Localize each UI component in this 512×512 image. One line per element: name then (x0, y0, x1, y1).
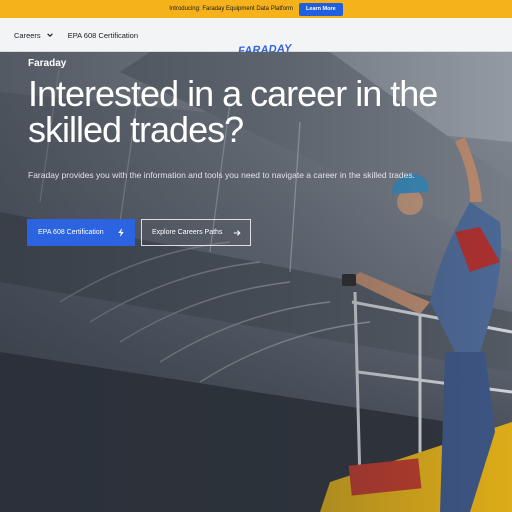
bolt-icon (118, 228, 124, 237)
explore-careers-button[interactable]: Explore Careers Paths (141, 219, 251, 246)
nav-item-label: EPA 608 Certification (67, 30, 139, 40)
hero-subtitle: Faraday provides you with the informatio… (28, 170, 415, 180)
hero-section: Faraday Interested in a career in the sk… (0, 52, 512, 512)
chevron-down-icon (46, 33, 53, 37)
nav-item-epa[interactable]: EPA 608 Certification (68, 31, 138, 40)
announcement-bar: Introducing: Faraday Equipment Data Plat… (0, 0, 512, 18)
top-nav: Careers EPA 608 Certification FARADAY (0, 18, 512, 57)
nav-item-label: Careers (14, 30, 41, 40)
announcement-text: Introducing: Faraday Equipment Data Plat… (169, 6, 294, 12)
nav-item-careers[interactable]: Careers (14, 31, 54, 40)
learn-more-button[interactable]: Learn More (299, 2, 343, 16)
arrow-right-icon (233, 230, 241, 236)
explore-careers-button-label: Explore Careers Paths (152, 229, 223, 236)
hero-headline: Interested in a career in the skilled tr… (28, 73, 438, 150)
epa-certification-button-label: EPA 608 Certification (38, 229, 104, 236)
epa-certification-button[interactable]: EPA 608 Certification (27, 219, 135, 246)
hero-eyebrow: Faraday (28, 58, 67, 69)
